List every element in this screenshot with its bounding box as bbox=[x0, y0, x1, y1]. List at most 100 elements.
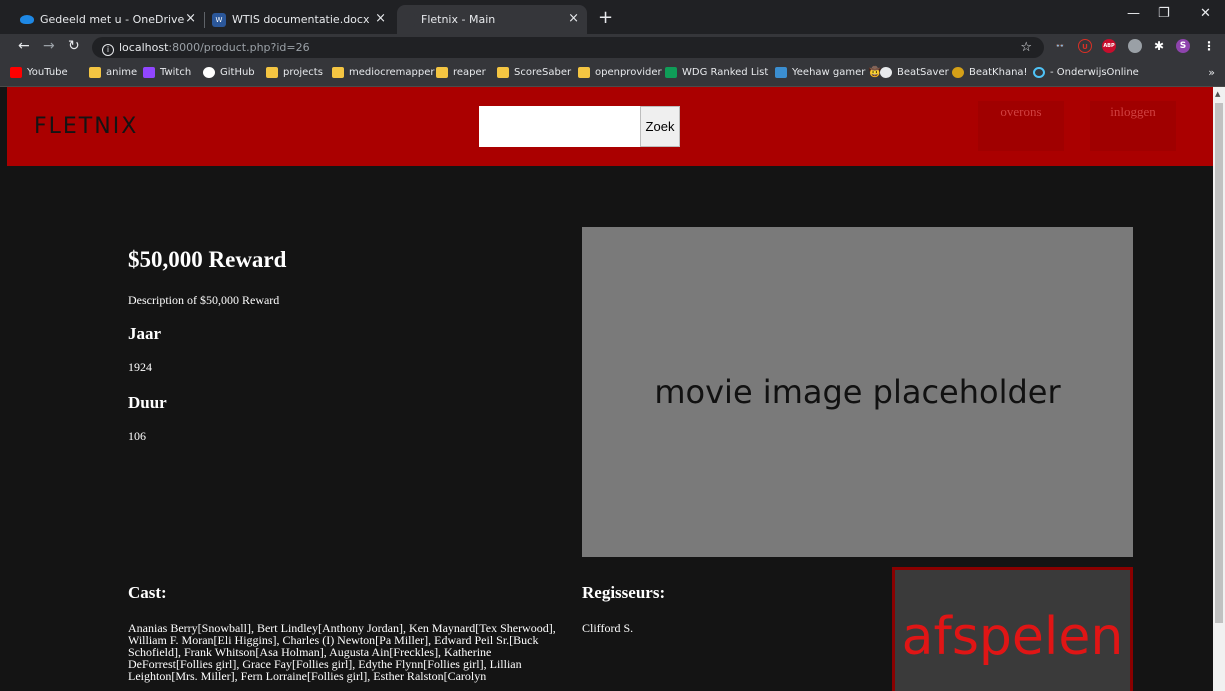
bookmark-label: BeatSaver bbox=[897, 67, 949, 78]
director-name: Clifford S. bbox=[582, 621, 634, 635]
bookmark-label: YouTube bbox=[27, 67, 68, 78]
reload-icon[interactable]: ↻ bbox=[68, 38, 80, 54]
puzzle-extensions-icon[interactable]: ✱ bbox=[1152, 39, 1166, 53]
word-icon: W bbox=[212, 12, 226, 27]
github-icon bbox=[203, 67, 215, 78]
about-us-button[interactable]: overons bbox=[978, 101, 1064, 151]
play-button-label: afspelen bbox=[901, 607, 1124, 667]
address-bar[interactable]: i localhost:8000/product.php?id=26 ☆ bbox=[92, 37, 1044, 58]
tab-title: Gedeeld met u - OneDrive bbox=[40, 13, 185, 26]
login-button[interactable]: inloggen bbox=[1090, 101, 1176, 151]
glasses-extension-icon[interactable]: 👓 bbox=[1053, 39, 1067, 53]
forward-icon[interactable]: → bbox=[43, 38, 55, 54]
url-host: localhost bbox=[119, 41, 169, 54]
folder-icon bbox=[266, 67, 278, 78]
bookmark-label: openprovider bbox=[595, 67, 662, 78]
bookmark-label: WDG Ranked List bbox=[682, 67, 769, 78]
site-info-icon[interactable]: i bbox=[102, 44, 114, 56]
bookmark-beatkhana[interactable]: BeatKhana! bbox=[952, 67, 1028, 78]
directors-heading: Regisseurs: bbox=[582, 583, 666, 602]
cast-heading: Cast: bbox=[128, 583, 167, 602]
tab-onedrive[interactable]: Gedeeld met u - OneDrive × bbox=[8, 5, 204, 34]
scroll-up-icon[interactable]: ▲ bbox=[1215, 90, 1220, 98]
new-tab-button[interactable]: + bbox=[598, 7, 613, 28]
back-icon[interactable]: ← bbox=[18, 38, 30, 54]
page-icon bbox=[409, 12, 415, 27]
bookmark-openprovider[interactable]: openprovider bbox=[578, 67, 662, 78]
folder-icon bbox=[89, 67, 101, 78]
image-icon bbox=[775, 67, 787, 78]
twitch-icon bbox=[143, 67, 155, 78]
movie-image-placeholder: movie image placeholder bbox=[582, 227, 1133, 557]
bookmark-anime[interactable]: anime bbox=[89, 67, 137, 78]
movie-title: $50,000 Reward bbox=[128, 247, 287, 272]
profile-avatar[interactable]: S bbox=[1176, 39, 1190, 53]
page-viewport: FLETNIX Zoek overons inloggen $50,000 Re… bbox=[7, 87, 1213, 691]
close-window-icon[interactable]: ✕ bbox=[1200, 6, 1211, 21]
folder-icon bbox=[332, 67, 344, 78]
onedrive-cloud-icon bbox=[20, 15, 34, 24]
search-input[interactable] bbox=[479, 106, 640, 147]
bookmark-label: mediocremapper bbox=[349, 67, 435, 78]
ublock-extension-icon[interactable]: U bbox=[1078, 39, 1092, 53]
search-button[interactable]: Zoek bbox=[640, 106, 680, 147]
bookmark-scoresaber[interactable]: ScoreSaber bbox=[497, 67, 571, 78]
bookmark-wdg-ranked-list[interactable]: WDG Ranked List bbox=[665, 67, 768, 78]
bookmarks-bar: YouTube anime Twitch GitHub projects med… bbox=[0, 61, 1225, 87]
close-tab-icon[interactable]: × bbox=[568, 11, 579, 26]
movie-description: Description of $50,000 Reward bbox=[128, 293, 280, 307]
bookmark-projects[interactable]: projects bbox=[266, 67, 323, 78]
browser-menu-icon[interactable]: ⋮ bbox=[1202, 39, 1216, 53]
url-path: :8000/product.php?id=26 bbox=[168, 41, 310, 54]
beatsaver-icon bbox=[880, 67, 892, 78]
bookmark-label: Yeehaw gamer 🤠 bbox=[792, 67, 882, 78]
tab-fletnix[interactable]: Fletnix - Main × bbox=[397, 5, 587, 34]
scrollbar-thumb[interactable] bbox=[1215, 103, 1223, 623]
bookmark-twitch[interactable]: Twitch bbox=[143, 67, 191, 78]
folder-icon bbox=[497, 67, 509, 78]
close-tab-icon[interactable]: × bbox=[375, 11, 386, 26]
bookmark-youtube[interactable]: YouTube bbox=[10, 67, 68, 78]
site-header: FLETNIX Zoek overons inloggen bbox=[7, 87, 1213, 166]
bookmark-github[interactable]: GitHub bbox=[203, 67, 255, 78]
cast-list: Ananias Berry[Snowball], Bert Lindley[An… bbox=[128, 621, 556, 683]
bookmark-yeehaw-gamer[interactable]: Yeehaw gamer 🤠 bbox=[775, 67, 881, 78]
youtube-icon bbox=[10, 67, 22, 78]
bookmark-label: GitHub bbox=[220, 67, 255, 78]
play-button[interactable]: afspelen bbox=[892, 567, 1133, 691]
year-value: 1924 bbox=[128, 360, 152, 374]
minimize-icon[interactable]: — bbox=[1127, 6, 1140, 21]
placeholder-text: movie image placeholder bbox=[654, 373, 1061, 411]
bookmark-label: reaper bbox=[453, 67, 486, 78]
bookmark-label: BeatKhana! bbox=[969, 67, 1028, 78]
extension-gray-icon[interactable] bbox=[1128, 39, 1142, 53]
bookmark-mediocremapper[interactable]: mediocremapper bbox=[332, 67, 435, 78]
folder-icon bbox=[436, 67, 448, 78]
browser-tab-bar: Gedeeld met u - OneDrive × W WTIS docume… bbox=[0, 0, 1225, 34]
adblock-plus-extension-icon[interactable]: ABP bbox=[1102, 39, 1116, 53]
bookmark-label: ScoreSaber bbox=[514, 67, 572, 78]
tab-title: WTIS documentatie.docx bbox=[232, 13, 370, 26]
google-sheets-icon bbox=[665, 67, 677, 78]
tab-word-doc[interactable]: W WTIS documentatie.docx × bbox=[204, 5, 394, 34]
folder-icon bbox=[578, 67, 590, 78]
duration-value: 106 bbox=[128, 429, 146, 443]
bookmark-reaper[interactable]: reaper bbox=[436, 67, 486, 78]
bookmark-label: Twitch bbox=[160, 67, 192, 78]
maximize-icon[interactable]: ❐ bbox=[1158, 6, 1170, 21]
year-heading: Jaar bbox=[128, 324, 162, 343]
more-bookmarks-icon[interactable]: » bbox=[1208, 66, 1215, 79]
bookmark-onderwijsonline[interactable]: - OnderwijsOnline bbox=[1033, 67, 1139, 78]
bookmark-label: projects bbox=[283, 67, 323, 78]
bookmark-star-icon[interactable]: ☆ bbox=[1020, 37, 1032, 58]
onderwijsonline-icon bbox=[1033, 67, 1045, 78]
beatkhana-icon bbox=[952, 67, 964, 78]
browser-toolbar: ← → ↻ i localhost:8000/product.php?id=26 … bbox=[0, 34, 1225, 61]
page-scrollbar[interactable]: ▲ bbox=[1213, 87, 1225, 691]
bookmark-beatsaver[interactable]: BeatSaver bbox=[880, 67, 949, 78]
bookmark-label: - OnderwijsOnline bbox=[1050, 67, 1139, 78]
fletnix-logo[interactable]: FLETNIX bbox=[34, 114, 138, 139]
close-tab-icon[interactable]: × bbox=[185, 11, 196, 26]
duration-heading: Duur bbox=[128, 393, 167, 412]
bookmark-label: anime bbox=[106, 67, 138, 78]
